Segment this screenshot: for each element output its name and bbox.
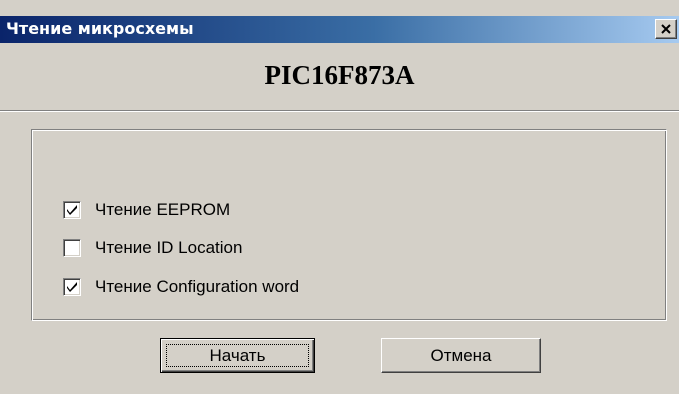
option-label: Чтение ID Location — [95, 238, 243, 257]
checkbox[interactable] — [63, 278, 81, 296]
checkmark-icon — [67, 282, 77, 292]
checkbox[interactable] — [63, 239, 81, 257]
option-label: Чтение Configuration word — [95, 277, 300, 296]
close-button[interactable] — [655, 19, 677, 39]
separator — [0, 110, 679, 112]
read-chip-dialog: Чтение микросхемы PIC16F873A Чтение EEPR… — [0, 0, 679, 394]
start-button[interactable]: Начать — [160, 338, 315, 373]
window-title: Чтение микросхемы — [6, 19, 194, 38]
chip-name: PIC16F873A — [264, 60, 415, 90]
start-button-label: Начать — [209, 346, 266, 365]
option-label: Чтение EEPROM — [95, 200, 231, 219]
checkbox[interactable] — [63, 201, 81, 219]
cancel-button-label: Отмена — [430, 346, 492, 365]
close-icon — [661, 24, 671, 34]
cancel-button[interactable]: Отмена — [381, 338, 541, 373]
title-bar[interactable]: Чтение микросхемы — [0, 16, 679, 43]
checkmark-icon — [67, 205, 77, 215]
